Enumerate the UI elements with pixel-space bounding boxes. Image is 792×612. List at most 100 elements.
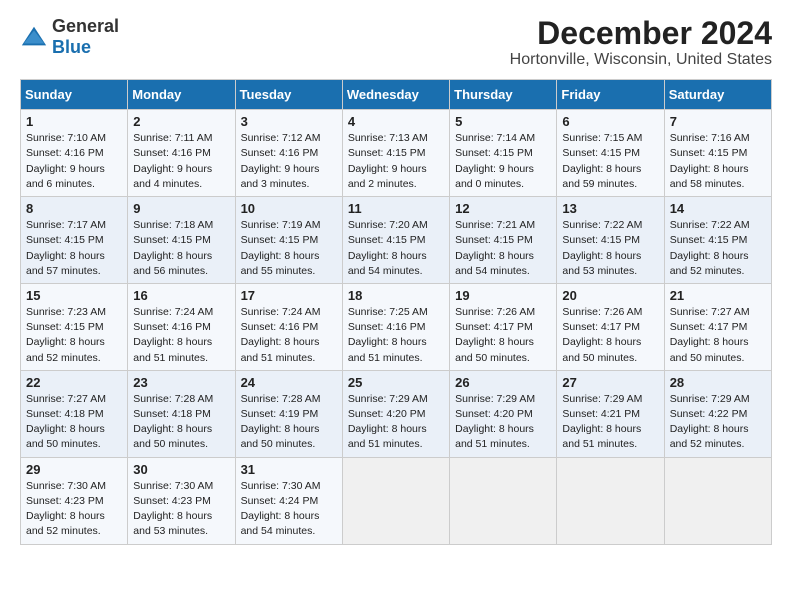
calendar-cell: [342, 457, 449, 544]
header-tuesday: Tuesday: [235, 80, 342, 110]
day-number: 29: [26, 462, 122, 477]
logo-blue: Blue: [52, 37, 91, 57]
day-number: 8: [26, 201, 122, 216]
calendar-week-4: 22 Sunrise: 7:27 AMSunset: 4:18 PMDaylig…: [21, 370, 772, 457]
calendar-cell: 23 Sunrise: 7:28 AMSunset: 4:18 PMDaylig…: [128, 370, 235, 457]
calendar-cell: 30 Sunrise: 7:30 AMSunset: 4:23 PMDaylig…: [128, 457, 235, 544]
calendar-cell: 18 Sunrise: 7:25 AMSunset: 4:16 PMDaylig…: [342, 283, 449, 370]
calendar-cell: 28 Sunrise: 7:29 AMSunset: 4:22 PMDaylig…: [664, 370, 771, 457]
day-number: 24: [241, 375, 337, 390]
calendar-cell: 5 Sunrise: 7:14 AMSunset: 4:15 PMDayligh…: [450, 110, 557, 197]
day-detail: Sunrise: 7:30 AMSunset: 4:23 PMDaylight:…: [26, 480, 106, 538]
header: General Blue December 2024 Hortonville, …: [20, 16, 772, 69]
day-detail: Sunrise: 7:27 AMSunset: 4:18 PMDaylight:…: [26, 393, 106, 451]
logo-icon: [20, 23, 48, 51]
day-detail: Sunrise: 7:28 AMSunset: 4:18 PMDaylight:…: [133, 393, 213, 451]
logo: General Blue: [20, 16, 119, 58]
calendar-cell: 27 Sunrise: 7:29 AMSunset: 4:21 PMDaylig…: [557, 370, 664, 457]
day-number: 10: [241, 201, 337, 216]
calendar-cell: 21 Sunrise: 7:27 AMSunset: 4:17 PMDaylig…: [664, 283, 771, 370]
calendar-cell: 1 Sunrise: 7:10 AMSunset: 4:16 PMDayligh…: [21, 110, 128, 197]
calendar-cell: 13 Sunrise: 7:22 AMSunset: 4:15 PMDaylig…: [557, 197, 664, 284]
calendar-cell: 29 Sunrise: 7:30 AMSunset: 4:23 PMDaylig…: [21, 457, 128, 544]
calendar-week-2: 8 Sunrise: 7:17 AMSunset: 4:15 PMDayligh…: [21, 197, 772, 284]
day-detail: Sunrise: 7:24 AMSunset: 4:16 PMDaylight:…: [241, 306, 321, 364]
calendar-cell: 11 Sunrise: 7:20 AMSunset: 4:15 PMDaylig…: [342, 197, 449, 284]
day-number: 18: [348, 288, 444, 303]
calendar-cell: 25 Sunrise: 7:29 AMSunset: 4:20 PMDaylig…: [342, 370, 449, 457]
day-number: 11: [348, 201, 444, 216]
day-number: 21: [670, 288, 766, 303]
day-detail: Sunrise: 7:13 AMSunset: 4:15 PMDaylight:…: [348, 132, 428, 190]
day-detail: Sunrise: 7:29 AMSunset: 4:22 PMDaylight:…: [670, 393, 750, 451]
calendar-cell: 10 Sunrise: 7:19 AMSunset: 4:15 PMDaylig…: [235, 197, 342, 284]
day-detail: Sunrise: 7:20 AMSunset: 4:15 PMDaylight:…: [348, 219, 428, 277]
calendar-cell: 22 Sunrise: 7:27 AMSunset: 4:18 PMDaylig…: [21, 370, 128, 457]
calendar-cell: 8 Sunrise: 7:17 AMSunset: 4:15 PMDayligh…: [21, 197, 128, 284]
calendar-cell: 19 Sunrise: 7:26 AMSunset: 4:17 PMDaylig…: [450, 283, 557, 370]
calendar-cell: 24 Sunrise: 7:28 AMSunset: 4:19 PMDaylig…: [235, 370, 342, 457]
calendar-week-3: 15 Sunrise: 7:23 AMSunset: 4:15 PMDaylig…: [21, 283, 772, 370]
calendar-cell: 16 Sunrise: 7:24 AMSunset: 4:16 PMDaylig…: [128, 283, 235, 370]
day-detail: Sunrise: 7:11 AMSunset: 4:16 PMDaylight:…: [133, 132, 212, 190]
calendar-header-row: SundayMondayTuesdayWednesdayThursdayFrid…: [21, 80, 772, 110]
header-saturday: Saturday: [664, 80, 771, 110]
day-number: 15: [26, 288, 122, 303]
day-number: 6: [562, 114, 658, 129]
page-title: December 2024: [510, 16, 772, 51]
day-detail: Sunrise: 7:23 AMSunset: 4:15 PMDaylight:…: [26, 306, 106, 364]
day-number: 7: [670, 114, 766, 129]
day-number: 19: [455, 288, 551, 303]
calendar-cell: 7 Sunrise: 7:16 AMSunset: 4:15 PMDayligh…: [664, 110, 771, 197]
day-detail: Sunrise: 7:22 AMSunset: 4:15 PMDaylight:…: [670, 219, 750, 277]
day-detail: Sunrise: 7:21 AMSunset: 4:15 PMDaylight:…: [455, 219, 535, 277]
day-detail: Sunrise: 7:27 AMSunset: 4:17 PMDaylight:…: [670, 306, 750, 364]
day-detail: Sunrise: 7:28 AMSunset: 4:19 PMDaylight:…: [241, 393, 321, 451]
day-number: 22: [26, 375, 122, 390]
day-number: 31: [241, 462, 337, 477]
day-detail: Sunrise: 7:14 AMSunset: 4:15 PMDaylight:…: [455, 132, 535, 190]
calendar-cell: 17 Sunrise: 7:24 AMSunset: 4:16 PMDaylig…: [235, 283, 342, 370]
page-subtitle: Hortonville, Wisconsin, United States: [510, 51, 772, 69]
day-detail: Sunrise: 7:29 AMSunset: 4:20 PMDaylight:…: [348, 393, 428, 451]
day-number: 13: [562, 201, 658, 216]
day-number: 9: [133, 201, 229, 216]
day-detail: Sunrise: 7:30 AMSunset: 4:23 PMDaylight:…: [133, 480, 213, 538]
day-number: 4: [348, 114, 444, 129]
title-block: December 2024 Hortonville, Wisconsin, Un…: [510, 16, 772, 69]
day-detail: Sunrise: 7:29 AMSunset: 4:21 PMDaylight:…: [562, 393, 642, 451]
day-detail: Sunrise: 7:29 AMSunset: 4:20 PMDaylight:…: [455, 393, 535, 451]
calendar-cell: 4 Sunrise: 7:13 AMSunset: 4:15 PMDayligh…: [342, 110, 449, 197]
day-detail: Sunrise: 7:12 AMSunset: 4:16 PMDaylight:…: [241, 132, 321, 190]
day-number: 5: [455, 114, 551, 129]
calendar-cell: 12 Sunrise: 7:21 AMSunset: 4:15 PMDaylig…: [450, 197, 557, 284]
header-sunday: Sunday: [21, 80, 128, 110]
calendar-table: SundayMondayTuesdayWednesdayThursdayFrid…: [20, 79, 772, 544]
day-detail: Sunrise: 7:22 AMSunset: 4:15 PMDaylight:…: [562, 219, 642, 277]
day-detail: Sunrise: 7:24 AMSunset: 4:16 PMDaylight:…: [133, 306, 213, 364]
calendar-cell: [664, 457, 771, 544]
calendar-cell: [557, 457, 664, 544]
day-number: 26: [455, 375, 551, 390]
calendar-cell: 6 Sunrise: 7:15 AMSunset: 4:15 PMDayligh…: [557, 110, 664, 197]
calendar-cell: [450, 457, 557, 544]
calendar-week-1: 1 Sunrise: 7:10 AMSunset: 4:16 PMDayligh…: [21, 110, 772, 197]
calendar-cell: 9 Sunrise: 7:18 AMSunset: 4:15 PMDayligh…: [128, 197, 235, 284]
day-detail: Sunrise: 7:25 AMSunset: 4:16 PMDaylight:…: [348, 306, 428, 364]
day-number: 23: [133, 375, 229, 390]
day-number: 28: [670, 375, 766, 390]
calendar-cell: 15 Sunrise: 7:23 AMSunset: 4:15 PMDaylig…: [21, 283, 128, 370]
day-detail: Sunrise: 7:10 AMSunset: 4:16 PMDaylight:…: [26, 132, 106, 190]
day-detail: Sunrise: 7:30 AMSunset: 4:24 PMDaylight:…: [241, 480, 321, 538]
day-number: 14: [670, 201, 766, 216]
day-number: 12: [455, 201, 551, 216]
calendar-week-5: 29 Sunrise: 7:30 AMSunset: 4:23 PMDaylig…: [21, 457, 772, 544]
day-detail: Sunrise: 7:26 AMSunset: 4:17 PMDaylight:…: [455, 306, 535, 364]
day-number: 25: [348, 375, 444, 390]
day-number: 3: [241, 114, 337, 129]
day-number: 2: [133, 114, 229, 129]
day-detail: Sunrise: 7:19 AMSunset: 4:15 PMDaylight:…: [241, 219, 321, 277]
day-number: 1: [26, 114, 122, 129]
calendar-cell: 20 Sunrise: 7:26 AMSunset: 4:17 PMDaylig…: [557, 283, 664, 370]
header-wednesday: Wednesday: [342, 80, 449, 110]
